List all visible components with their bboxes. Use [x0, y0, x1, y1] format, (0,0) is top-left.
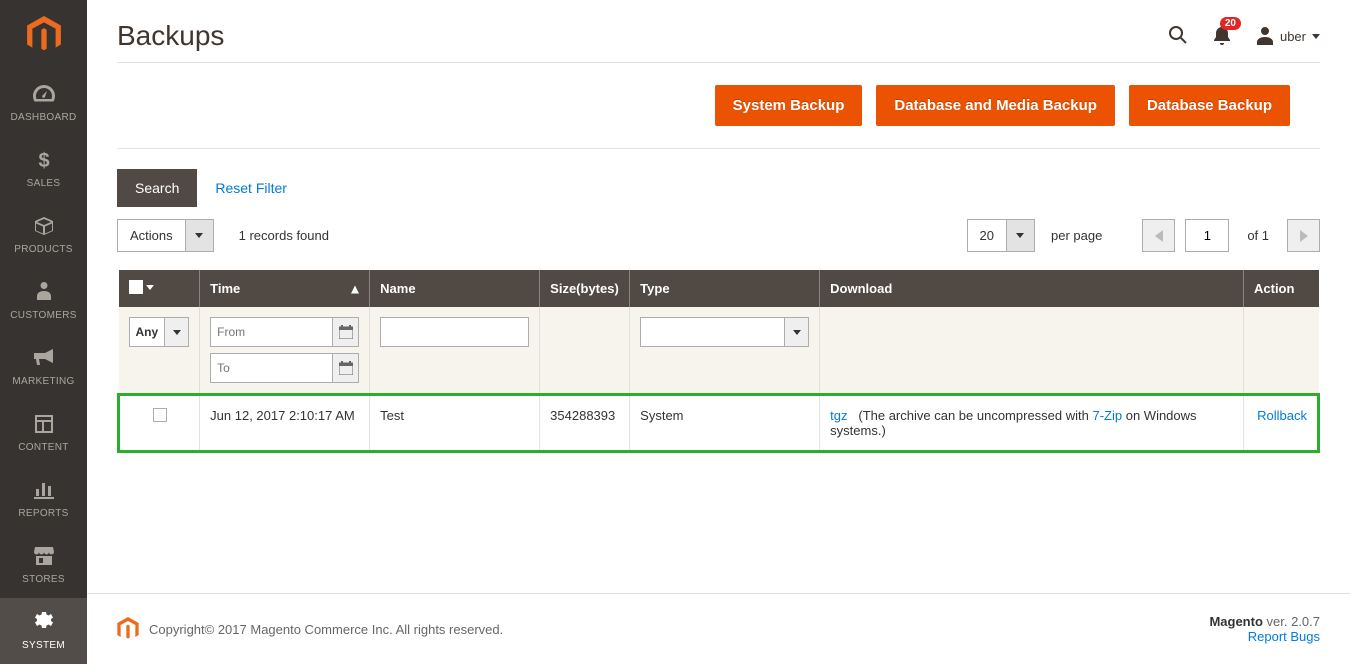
bar-chart-icon	[34, 477, 54, 503]
grid-toolbar: Actions 1 records found 20 per page of 1	[87, 207, 1350, 270]
chevron-down-icon	[1006, 220, 1034, 251]
page-of-label: of 1	[1247, 228, 1269, 243]
chevron-down-icon	[185, 220, 213, 251]
chevron-down-icon	[784, 318, 808, 346]
store-icon	[34, 543, 54, 569]
gear-icon	[34, 609, 54, 635]
prev-page-button[interactable]	[1142, 219, 1175, 252]
nav-sales[interactable]: $ SALES	[0, 136, 87, 202]
page-number-input[interactable]	[1185, 219, 1229, 252]
col-name-header[interactable]: Name	[370, 270, 540, 307]
megaphone-icon	[33, 345, 55, 371]
report-bugs-link[interactable]: Report Bugs	[1248, 629, 1320, 644]
filter-toolbar: Search Reset Filter	[87, 169, 1350, 207]
search-icon[interactable]	[1168, 25, 1188, 48]
magento-logo-icon	[117, 617, 139, 641]
nav-label: SALES	[27, 178, 61, 189]
sevenzip-link[interactable]: 7-Zip	[1092, 408, 1122, 423]
chevron-down-icon	[1312, 34, 1320, 39]
mass-actions-dropdown[interactable]: Actions	[117, 219, 214, 252]
nav-content[interactable]: CONTENT	[0, 400, 87, 466]
cell-download: tgz (The archive can be uncompressed wit…	[820, 395, 1244, 452]
copyright-text: Copyright© 2017 Magento Commerce Inc. Al…	[149, 622, 503, 637]
nav-label: SYSTEM	[22, 640, 65, 651]
next-page-button[interactable]	[1287, 219, 1320, 252]
user-name: uber	[1280, 29, 1306, 44]
footer-brand: Magento	[1209, 614, 1262, 629]
cell-type: System	[630, 395, 820, 452]
filter-name[interactable]	[380, 317, 529, 347]
cell-time: Jun 12, 2017 2:10:17 AM	[200, 395, 370, 452]
person-icon	[37, 279, 51, 305]
main-content: Backups 20 uber System Backup Database a…	[87, 0, 1350, 664]
magento-logo[interactable]	[0, 0, 87, 70]
nav-customers[interactable]: CUSTOMERS	[0, 268, 87, 334]
nav-label: DASHBOARD	[10, 112, 76, 123]
chevron-left-icon	[1155, 230, 1163, 242]
nav-dashboard[interactable]: DASHBOARD	[0, 70, 87, 136]
gauge-icon	[33, 81, 55, 107]
user-menu[interactable]: uber	[1256, 27, 1320, 45]
nav-reports[interactable]: REPORTS	[0, 466, 87, 532]
nav-system[interactable]: SYSTEM	[0, 598, 87, 664]
box-icon	[34, 213, 54, 239]
dollar-icon: $	[37, 147, 51, 173]
dropdown-label: Actions	[118, 228, 185, 243]
cell-size: 354288393	[540, 395, 630, 452]
nav-label: MARKETING	[12, 376, 74, 387]
chevron-down-icon	[146, 285, 154, 290]
nav-label: CONTENT	[18, 442, 68, 453]
grid-table: Time Name Size(bytes) Type Download Acti…	[87, 270, 1350, 453]
chevron-right-icon	[1300, 230, 1308, 242]
search-button[interactable]: Search	[117, 169, 197, 207]
page-size-value: 20	[968, 228, 1006, 243]
page-footer: Copyright© 2017 Magento Commerce Inc. Al…	[87, 593, 1350, 664]
reset-filter-link[interactable]: Reset Filter	[215, 180, 287, 196]
layout-icon	[35, 411, 53, 437]
filter-select-all[interactable]: Any	[129, 317, 190, 347]
nav-label: REPORTS	[18, 508, 68, 519]
nav-label: CUSTOMERS	[10, 310, 76, 321]
col-size-header[interactable]: Size(bytes)	[540, 270, 630, 307]
table-row: Jun 12, 2017 2:10:17 AM Test 354288393 S…	[119, 395, 1319, 452]
db-backup-button[interactable]: Database Backup	[1129, 85, 1290, 126]
col-select-header[interactable]	[119, 270, 200, 307]
row-checkbox[interactable]	[153, 408, 167, 422]
svg-text:$: $	[38, 150, 49, 171]
nav-stores[interactable]: STORES	[0, 532, 87, 598]
col-time-header[interactable]: Time	[200, 270, 370, 307]
calendar-icon[interactable]	[332, 354, 358, 382]
records-found-label: 1 records found	[239, 228, 329, 243]
sort-asc-icon	[351, 281, 359, 296]
calendar-icon[interactable]	[332, 318, 358, 346]
per-page-label: per page	[1051, 228, 1102, 243]
user-icon	[1256, 27, 1274, 45]
action-bar: System Backup Database and Media Backup …	[117, 62, 1320, 149]
notification-count: 20	[1220, 17, 1241, 30]
nav-label: STORES	[22, 574, 65, 585]
system-backup-button[interactable]: System Backup	[715, 85, 863, 126]
col-type-header[interactable]: Type	[630, 270, 820, 307]
cell-name: Test	[370, 395, 540, 452]
rollback-link[interactable]: Rollback	[1257, 408, 1307, 423]
nav-label: PRODUCTS	[14, 244, 73, 255]
col-download-header[interactable]: Download	[820, 270, 1244, 307]
page-header: Backups 20 uber	[87, 0, 1350, 62]
filter-type-select[interactable]	[640, 317, 809, 347]
page-title: Backups	[117, 20, 224, 52]
db-media-backup-button[interactable]: Database and Media Backup	[876, 85, 1115, 126]
col-action-header[interactable]: Action	[1244, 270, 1319, 307]
notifications-button[interactable]: 20	[1213, 25, 1231, 48]
page-size-dropdown[interactable]: 20	[967, 219, 1035, 252]
download-ext-link[interactable]: tgz	[830, 408, 847, 423]
nav-products[interactable]: PRODUCTS	[0, 202, 87, 268]
sidebar: DASHBOARD $ SALES PRODUCTS CUSTOMERS MAR…	[0, 0, 87, 664]
nav-marketing[interactable]: MARKETING	[0, 334, 87, 400]
footer-version: ver. 2.0.7	[1263, 614, 1320, 629]
chevron-down-icon	[164, 318, 188, 346]
